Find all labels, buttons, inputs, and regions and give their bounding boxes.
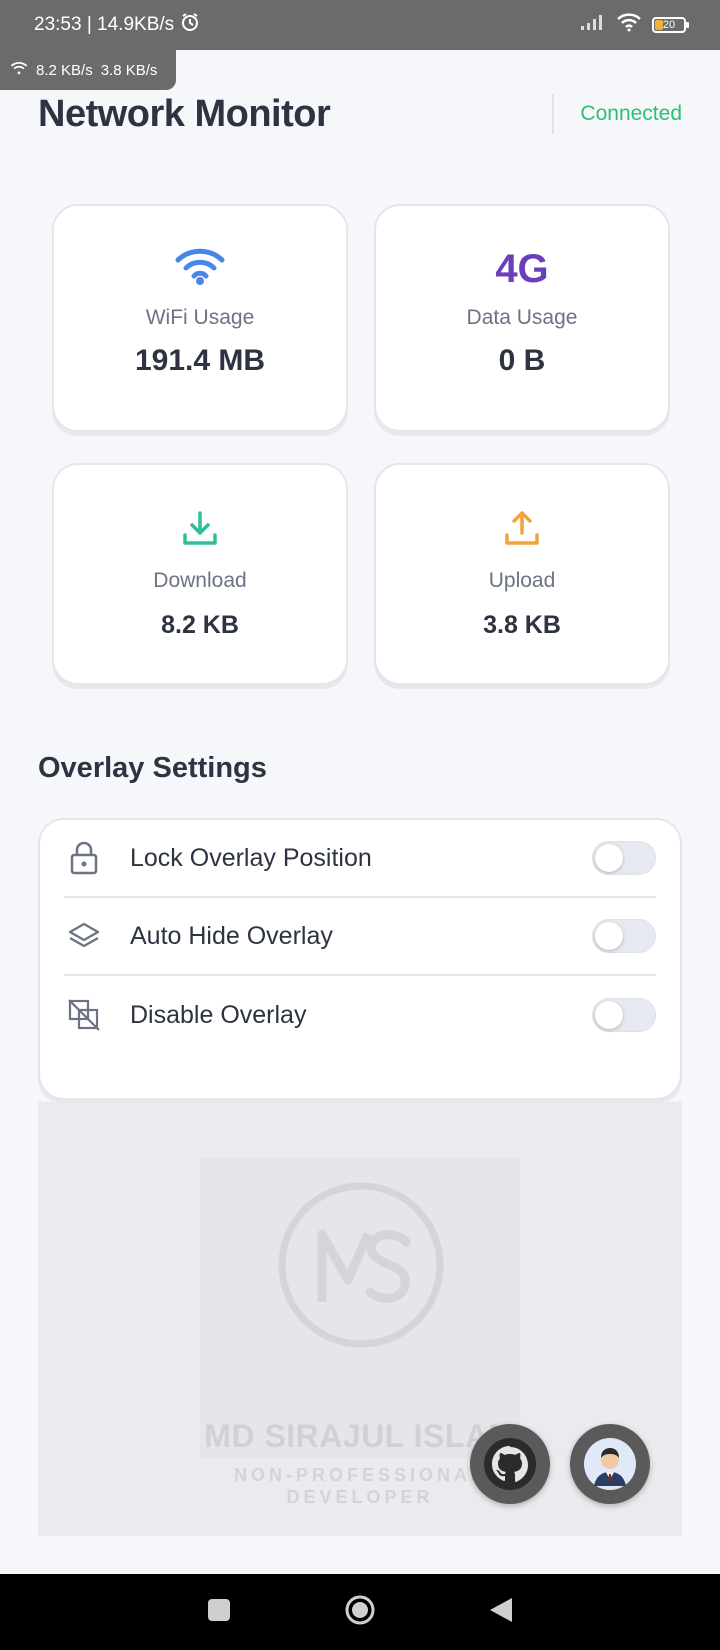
developer-banner: MD SIRAJUL ISLAM NON-PROFESSIONAL DEVELO… bbox=[38, 1102, 682, 1536]
github-button[interactable] bbox=[470, 1424, 550, 1504]
connection-status-label: Connected bbox=[580, 102, 682, 125]
speed-overlay[interactable]: 8.2 KB/s 3.8 KB/s bbox=[0, 50, 176, 90]
battery-level: 20 bbox=[662, 19, 676, 31]
app-header: Network Monitor Connected bbox=[38, 86, 682, 142]
auto-hide-toggle[interactable] bbox=[592, 919, 656, 953]
wifi-icon bbox=[616, 12, 642, 38]
download-icon bbox=[181, 509, 219, 549]
layers-icon bbox=[64, 916, 104, 956]
status-right: 20 bbox=[580, 12, 689, 38]
data-usage-card: 4G Data Usage 0 B bbox=[374, 204, 670, 432]
upload-value: 3.8 KB bbox=[483, 611, 561, 639]
status-bar: 23:53 | 14.9KB/s 20 bbox=[0, 0, 720, 50]
setting-lock-overlay[interactable]: Lock Overlay Position bbox=[64, 820, 656, 898]
connection-status: Connected bbox=[552, 86, 682, 142]
disable-overlay-toggle[interactable] bbox=[592, 998, 656, 1032]
data-usage-label: Data Usage bbox=[466, 306, 578, 329]
system-nav-bar bbox=[0, 1574, 720, 1650]
download-card: Download 8.2 KB bbox=[52, 463, 348, 685]
signal-icon bbox=[580, 14, 606, 36]
upload-label: Upload bbox=[488, 569, 556, 592]
overlay-settings-card: Lock Overlay Position Auto Hide Overlay … bbox=[38, 818, 682, 1100]
ms-monogram-icon bbox=[278, 1182, 444, 1348]
overlay-download-speed: 8.2 KB/s bbox=[36, 61, 93, 79]
recents-icon[interactable] bbox=[206, 1597, 232, 1628]
wifi-icon bbox=[10, 61, 28, 79]
home-icon[interactable] bbox=[344, 1594, 376, 1631]
status-time-speed: 23:53 | 14.9KB/s bbox=[34, 14, 175, 35]
github-icon bbox=[484, 1438, 536, 1490]
setting-disable-overlay[interactable]: Disable Overlay bbox=[64, 976, 656, 1054]
download-label: Download bbox=[153, 569, 247, 592]
overlay-upload-speed: 3.8 KB/s bbox=[100, 61, 158, 79]
upload-icon bbox=[503, 509, 541, 549]
setting-label: Lock Overlay Position bbox=[130, 843, 372, 872]
overlay-settings-title: Overlay Settings bbox=[38, 752, 267, 784]
setting-label: Disable Overlay bbox=[130, 1000, 307, 1029]
wifi-usage-card: WiFi Usage 191.4 MB bbox=[52, 204, 348, 432]
upload-card: Upload 3.8 KB bbox=[374, 463, 670, 685]
developer-subtitle-line2: DEVELOPER bbox=[286, 1487, 434, 1507]
back-icon[interactable] bbox=[488, 1596, 514, 1629]
page-title: Network Monitor bbox=[38, 92, 331, 135]
status-left: 23:53 | 14.9KB/s bbox=[34, 12, 200, 38]
battery-icon: 20 bbox=[652, 17, 689, 33]
wifi-icon bbox=[174, 246, 226, 292]
4g-icon: 4G bbox=[495, 247, 549, 291]
alarm-icon bbox=[180, 12, 200, 38]
lock-icon bbox=[64, 838, 104, 878]
developer-profile-button[interactable] bbox=[570, 1424, 650, 1504]
overlay-off-icon bbox=[64, 995, 104, 1035]
header-divider bbox=[552, 94, 555, 134]
setting-auto-hide[interactable]: Auto Hide Overlay bbox=[64, 898, 656, 976]
download-value: 8.2 KB bbox=[161, 611, 239, 639]
developer-logo: MD SIRAJUL ISLAM NON-PROFESSIONAL DEVELO… bbox=[200, 1158, 520, 1507]
data-usage-value: 0 B bbox=[498, 344, 546, 377]
setting-label: Auto Hide Overlay bbox=[130, 921, 333, 950]
wifi-usage-value: 191.4 MB bbox=[134, 344, 266, 377]
profile-avatar-icon bbox=[584, 1438, 636, 1490]
wifi-usage-label: WiFi Usage bbox=[145, 306, 255, 329]
lock-overlay-toggle[interactable] bbox=[592, 841, 656, 875]
